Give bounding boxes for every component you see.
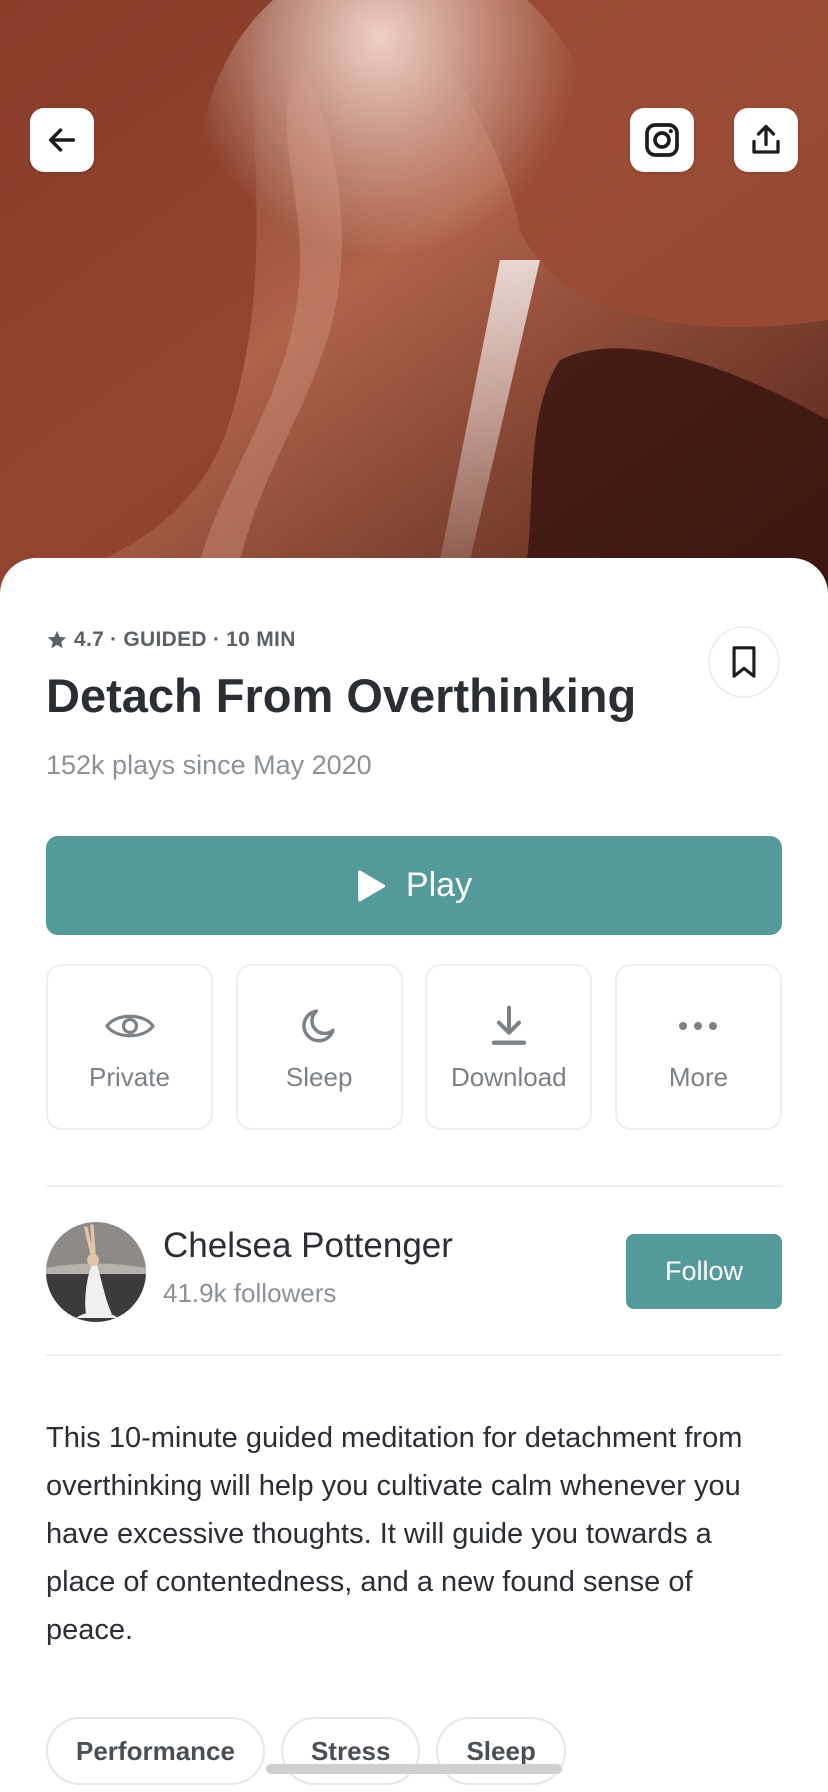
avatar[interactable] [46,1222,146,1322]
instagram-icon [645,123,679,157]
star-icon [47,630,67,649]
private-label: Private [89,1061,170,1092]
canyon-photo [0,0,828,600]
action-tiles: Private Sleep Download More [46,964,782,1130]
tag-performance[interactable]: Performance [46,1717,265,1785]
download-button[interactable]: Download [425,964,593,1130]
instagram-share-button[interactable] [630,108,694,172]
divider [46,1185,782,1187]
session-type: GUIDED [123,628,207,651]
author-name[interactable]: Chelsea Pottenger [163,1226,453,1266]
tag-list: Performance Stress Sleep [46,1717,582,1785]
bookmark-icon [732,646,756,678]
divider [46,1354,782,1356]
meta-separator: · [110,628,118,651]
download-icon [489,1002,529,1050]
plays-count: 152k plays since May 2020 [46,750,372,780]
play-icon [356,869,386,903]
more-button[interactable]: More [614,964,782,1130]
bookmark-button[interactable] [708,626,780,698]
follow-button[interactable]: Follow [626,1234,782,1309]
tag-sleep[interactable]: Sleep [436,1717,566,1785]
meta-line: 4.7 · GUIDED · 10 MIN [46,628,296,652]
home-indicator[interactable] [266,1764,562,1774]
moon-icon [298,1002,340,1050]
play-button[interactable]: Play [46,836,782,935]
author-row: Chelsea Pottenger 41.9k followers Follow [46,1222,782,1322]
tag-stress[interactable]: Stress [280,1717,421,1785]
download-label: Download [450,1061,567,1092]
arrow-left-icon [48,128,76,152]
rating-value: 4.7 [74,628,105,651]
session-duration: 10 MIN [226,628,296,651]
author-followers: 41.9k followers [163,1278,337,1308]
more-dots-icon [677,1002,719,1050]
share-icon [752,124,780,154]
meta-separator: · [212,628,221,651]
play-button-label: Play [405,866,473,904]
sleep-button[interactable]: Sleep [235,964,403,1130]
hero-image [0,0,828,600]
share-button[interactable] [734,108,798,172]
private-button[interactable]: Private [46,964,213,1130]
description: This 10-minute guided meditation for det… [46,1422,743,1646]
back-button[interactable] [30,108,94,172]
page-title: Detach From Overthinking [46,669,637,722]
eye-icon [104,1002,156,1050]
more-label: More [668,1061,729,1092]
sleep-label: Sleep [285,1061,353,1092]
